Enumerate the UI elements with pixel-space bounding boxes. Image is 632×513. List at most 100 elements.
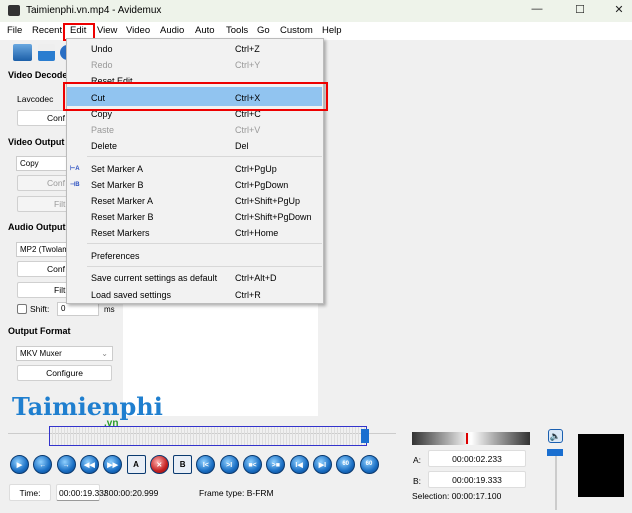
marker-b-value: 00:00:19.333 — [428, 471, 526, 488]
shift-unit: ms — [104, 305, 115, 314]
chevron-down-icon: ⌄ — [101, 349, 108, 358]
menu-help[interactable]: Help — [322, 25, 342, 36]
menu-video[interactable]: Video — [126, 25, 150, 36]
menu-shortcut: Ctrl+V — [235, 125, 261, 135]
set-marker-b-button[interactable]: B — [173, 455, 193, 474]
shift-checkbox[interactable] — [17, 304, 27, 314]
video-output-heading: Video Output — [8, 137, 65, 147]
menu-audio[interactable]: Audio — [160, 25, 184, 36]
selection-range[interactable] — [49, 426, 367, 446]
menu-item-save-current-settings-as-default[interactable]: Save current settings as default — [91, 273, 217, 283]
marker-a-icon: ⊢A — [70, 166, 80, 172]
go-marker-a-button[interactable]: I< — [196, 455, 216, 474]
menu-separator — [87, 243, 322, 244]
menu-item-set-marker-a[interactable]: Set Marker A — [91, 164, 143, 174]
menu-item-reset-marker-a[interactable]: Reset Marker A — [91, 196, 153, 206]
menu-item-set-marker-b[interactable]: Set Marker B — [91, 180, 144, 190]
shift-label: Shift: — [30, 304, 50, 314]
menu-separator — [87, 266, 322, 267]
timeline-slider-handle[interactable] — [361, 429, 369, 443]
menu-go[interactable]: Go — [257, 25, 270, 36]
next-keyframe-button[interactable]: >■ — [266, 455, 286, 474]
maximize-button[interactable]: ☐ — [565, 3, 595, 19]
output-configure-button[interactable]: Configure — [17, 365, 112, 381]
play-button[interactable]: ▶ — [10, 455, 29, 474]
volume-slider[interactable] — [555, 455, 557, 510]
delete-button[interactable]: ✕ — [149, 455, 169, 474]
menu-auto[interactable]: Auto — [195, 25, 215, 36]
menu-item-reset-marker-b[interactable]: Reset Marker B — [91, 212, 154, 222]
menu-shortcut: Ctrl+PgUp — [235, 164, 277, 174]
menu-shortcut: Ctrl+Home — [235, 228, 279, 238]
marker-b-icon: ⊣B — [70, 182, 80, 188]
marker-a-value: 00:00:02.233 — [428, 450, 526, 467]
menu-item-redo: Redo — [91, 60, 113, 70]
menu-item-preferences[interactable]: Preferences — [91, 251, 140, 261]
menu-shortcut: Ctrl+R — [235, 290, 261, 300]
open-video-icon[interactable] — [13, 44, 32, 61]
menu-item-load-saved-settings[interactable]: Load saved settings — [91, 290, 171, 300]
label: Conf — [47, 178, 65, 188]
set-marker-a-button[interactable]: A — [126, 455, 146, 474]
audio-output-heading: Audio Output — [8, 222, 66, 232]
previous-frame-icon: ← — [39, 462, 47, 469]
menu-shortcut: Ctrl+PgDown — [235, 180, 289, 190]
go-marker-a-icon: I< — [202, 462, 209, 469]
previous-frame-button[interactable]: ← — [33, 455, 53, 474]
go-start-icon: I◀ — [295, 462, 303, 469]
time-button[interactable]: Time: — [9, 484, 51, 501]
close-button[interactable]: ✕ — [604, 3, 632, 19]
selection-duration: Selection: 00:00:17.100 — [412, 491, 502, 501]
audio-meter — [578, 434, 624, 497]
annotation-box-cut — [63, 82, 328, 111]
forward-60-button[interactable]: 60 — [359, 455, 379, 474]
menu-shortcut: Del — [235, 141, 249, 151]
menu-shortcut: Ctrl+Alt+D — [235, 273, 277, 283]
menu-item-undo[interactable]: Undo — [91, 44, 113, 54]
go-marker-b-icon: >I — [226, 462, 233, 469]
go-marker-b-button[interactable]: >I — [219, 455, 239, 474]
prev-keyframe-button[interactable]: ■< — [243, 455, 262, 474]
menu-shortcut: Ctrl+Shift+PgDown — [235, 212, 312, 222]
menu-recent[interactable]: Recent — [32, 25, 62, 36]
menu-item-delete[interactable]: Delete — [91, 141, 117, 151]
label: MKV Muxer — [20, 349, 62, 358]
decoder-name: Lavcodec — [17, 94, 54, 104]
menu-custom[interactable]: Custom — [280, 25, 313, 36]
frame-type: Frame type: B-FRM — [199, 488, 274, 498]
delete-icon: ✕ — [156, 462, 163, 469]
rewind-button[interactable]: ◀◀ — [79, 455, 99, 474]
minimize-button[interactable]: — — [522, 3, 552, 19]
jog-shuttle[interactable] — [412, 432, 530, 445]
marker-a-label: A: — [413, 455, 422, 465]
total-time: / 00:00:20.999 — [104, 488, 159, 498]
volume-handle[interactable] — [547, 449, 563, 456]
shift-input[interactable]: 0 — [57, 302, 99, 316]
fast-forward-icon: ▶▶ — [107, 462, 119, 469]
label: Filt — [54, 285, 66, 295]
video-decoder-heading: Video Decoder — [8, 70, 71, 80]
next-keyframe-icon: >■ — [271, 462, 280, 469]
go-start-button[interactable]: I◀ — [289, 455, 309, 474]
menu-tools[interactable]: Tools — [226, 25, 248, 36]
output-format-heading: Output Format — [8, 326, 71, 336]
rewind-icon: ◀◀ — [84, 462, 95, 469]
current-time-input[interactable]: 00:00:19.333 — [56, 484, 109, 501]
menu-file[interactable]: File — [7, 25, 22, 36]
title-bar: Taimienphi.vn.mp4 - Avidemux — ☐ ✕ — [0, 0, 632, 22]
back-60-button[interactable]: 60 — [336, 455, 356, 474]
save-video-icon[interactable] — [38, 44, 55, 61]
window-title: Taimienphi.vn.mp4 - Avidemux — [26, 5, 162, 16]
menu-view[interactable]: View — [97, 25, 117, 36]
next-frame-button[interactable]: → — [56, 455, 76, 474]
speaker-icon[interactable]: 🔈 — [548, 429, 563, 443]
menu-item-paste: Paste — [91, 125, 115, 135]
go-end-button[interactable]: ▶I — [312, 455, 332, 474]
menu-shortcut: Ctrl+Y — [235, 60, 261, 70]
output-format-select[interactable]: MKV Muxer ⌄ — [16, 346, 113, 361]
go-end-icon: ▶I — [318, 462, 327, 469]
menu-item-reset-markers[interactable]: Reset Markers — [91, 228, 150, 238]
fast-forward-button[interactable]: ▶▶ — [103, 455, 123, 474]
next-frame-icon: → — [62, 462, 70, 469]
menu-separator — [87, 156, 322, 157]
